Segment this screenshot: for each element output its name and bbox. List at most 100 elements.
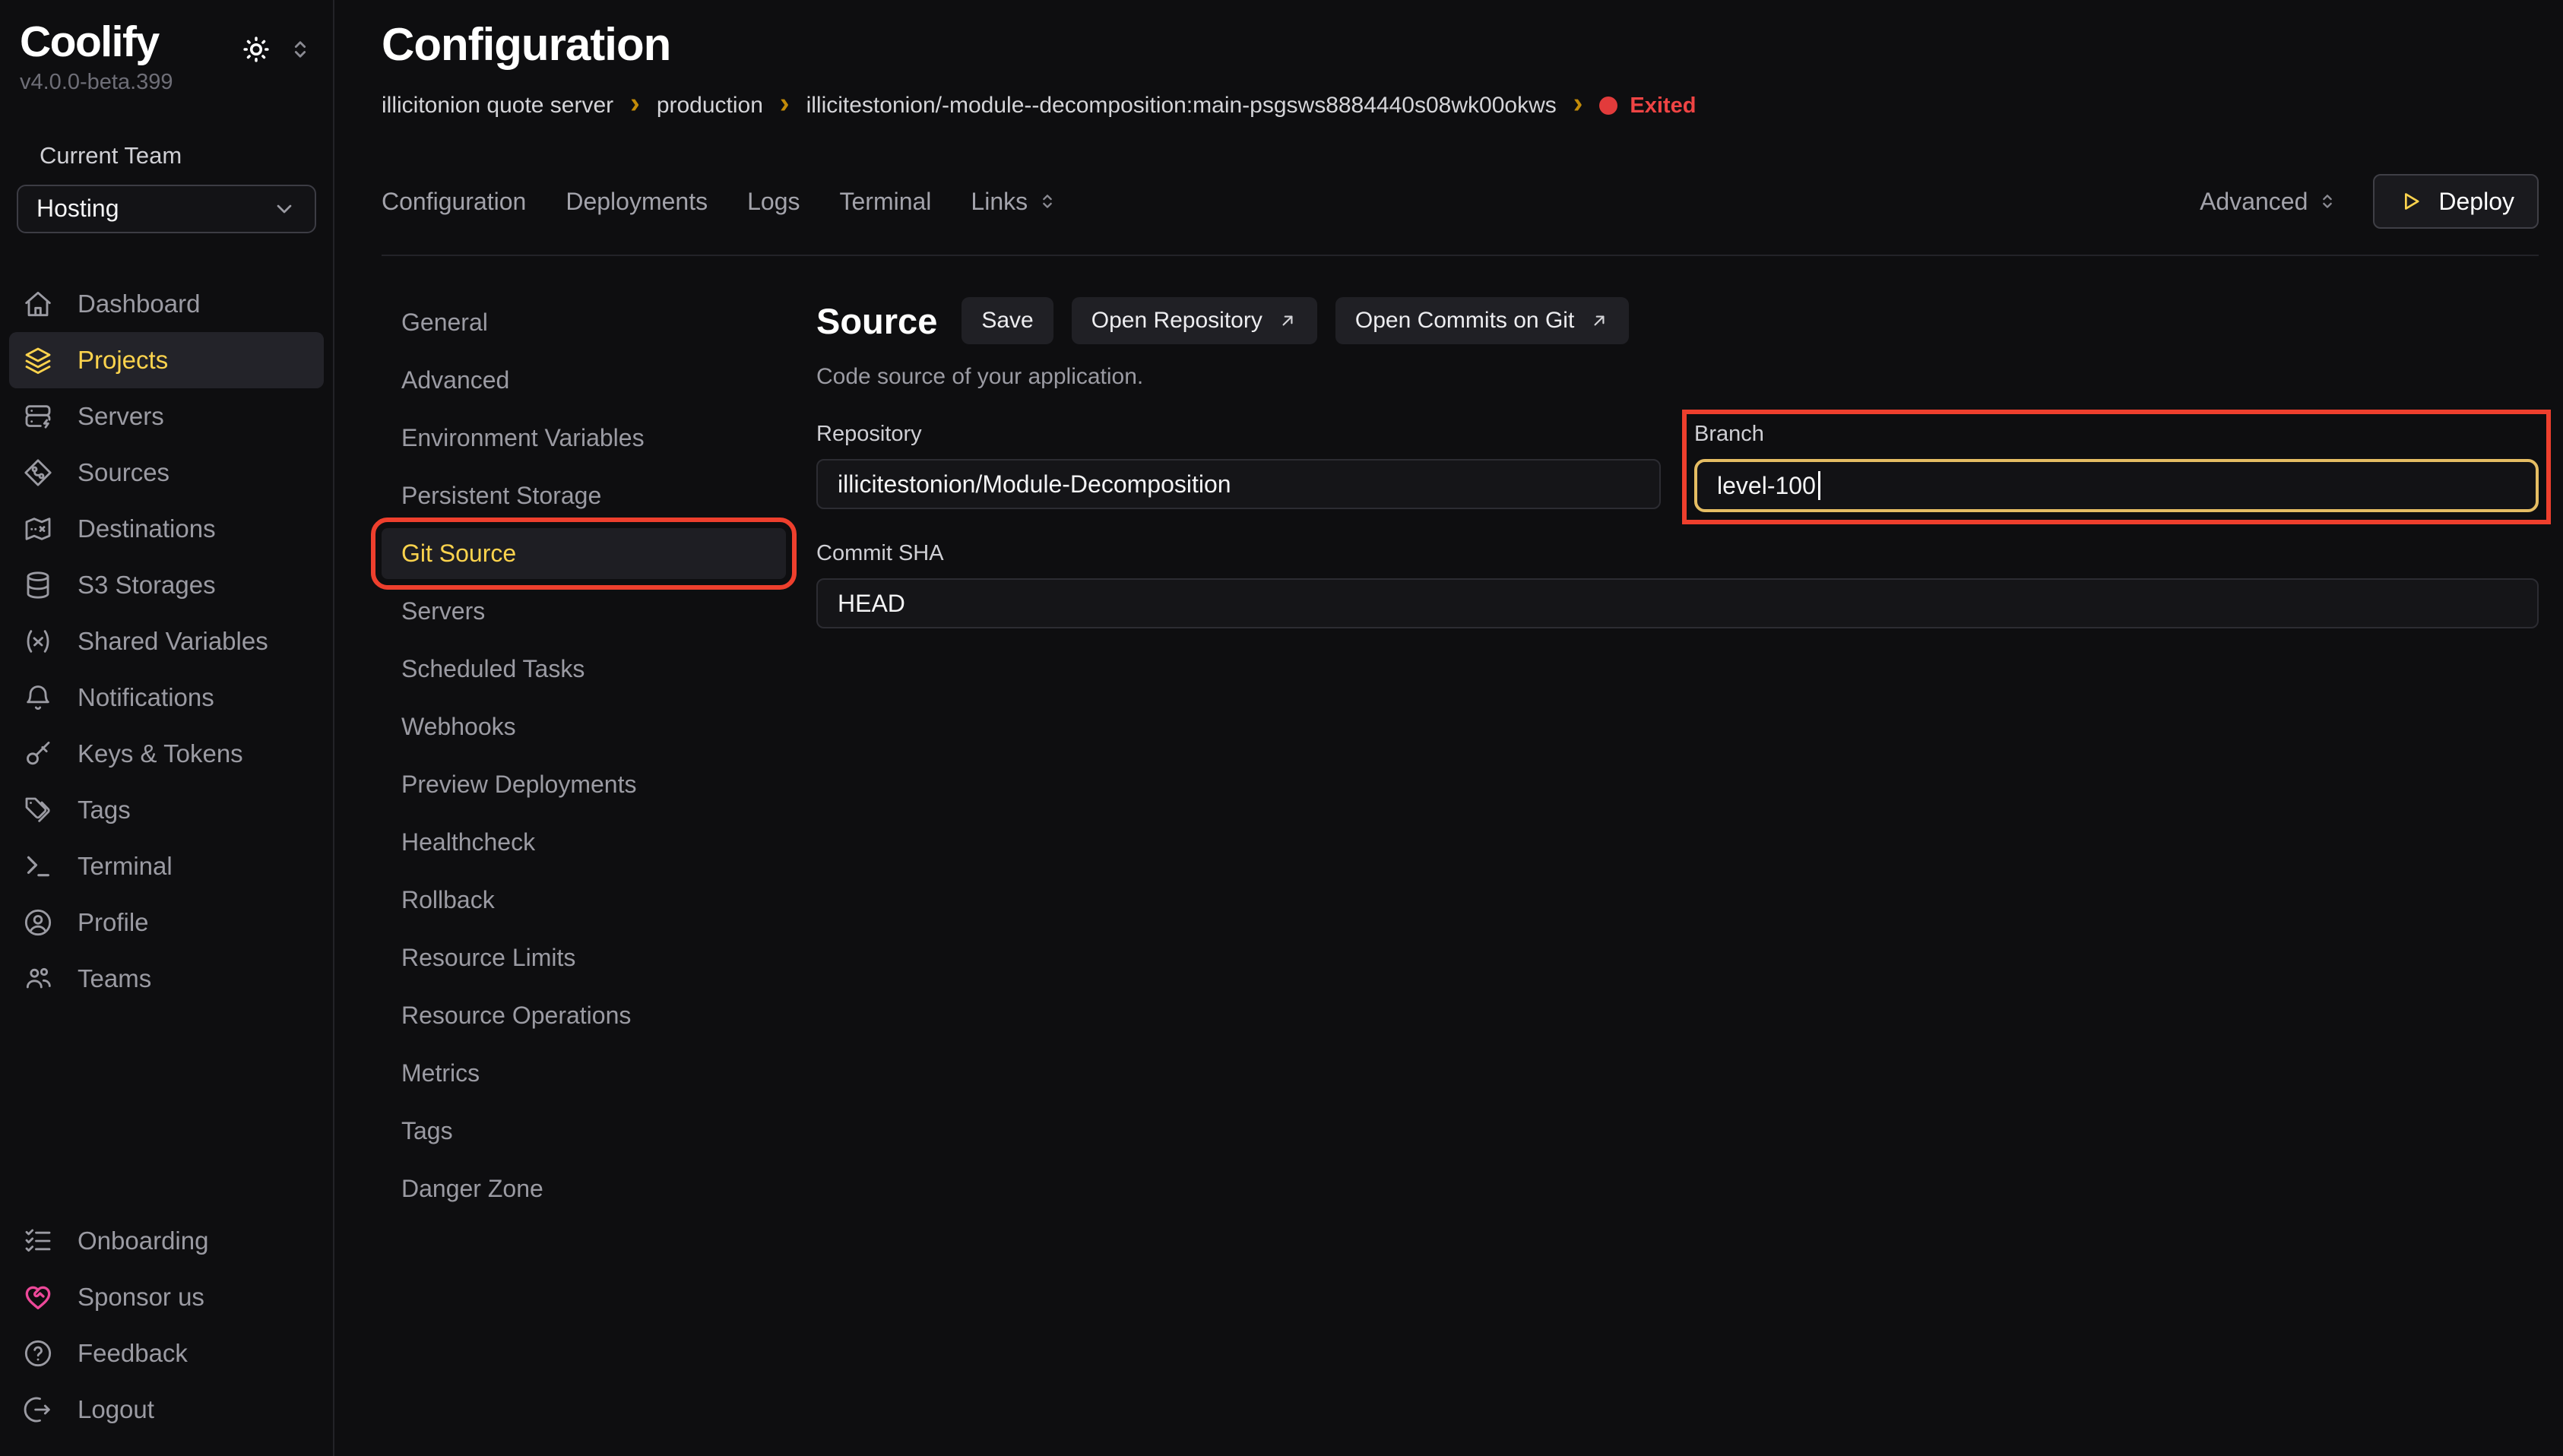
external-link-icon [1589,311,1609,331]
sidebar-item-logout[interactable]: Logout [9,1382,324,1438]
subnav-item-rollback[interactable]: Rollback [382,875,816,926]
tab-configuration[interactable]: Configuration [382,188,526,216]
sidebar-item-label: Logout [78,1395,154,1424]
commit-sha-field-group: Commit SHA HEAD [816,541,2539,628]
play-icon [2397,188,2423,214]
sidebar-item-label: Notifications [78,683,214,712]
subnav-item-danger-zone[interactable]: Danger Zone [382,1163,816,1214]
sidebar-item-onboarding[interactable]: Onboarding [9,1213,324,1269]
checklist-icon [23,1226,53,1256]
sidebar-item-terminal[interactable]: Terminal [9,838,324,894]
sidebar-footer-nav: Onboarding Sponsor us Feedback Logout [0,1213,333,1438]
app-logo: Coolify [20,20,173,65]
advanced-menu[interactable]: Advanced [2200,188,2338,216]
sidebar-item-notifications[interactable]: Notifications [9,669,324,726]
sidebar-item-label: Sources [78,458,169,487]
open-repository-label: Open Repository [1091,308,1262,334]
subnav-item-resource-limits[interactable]: Resource Limits [382,932,816,983]
status-badge: Exited [1599,93,1696,119]
breadcrumb-project[interactable]: illicitonion quote server [382,93,613,119]
git-source-panel: Source Save Open Repository Open Commits… [816,297,2539,1456]
external-link-icon [1278,311,1297,331]
breadcrumb-application[interactable]: illicitestonion/-module--decomposition:m… [806,93,1557,119]
sidebar-item-dashboard[interactable]: Dashboard [9,276,324,332]
commit-sha-label: Commit SHA [816,541,2539,566]
subnav-item-persistent-storage[interactable]: Persistent Storage [382,470,816,521]
sidebar-item-label: Projects [78,346,168,375]
sidebar-item-label: Teams [78,964,151,993]
subnav-item-tags[interactable]: Tags [382,1106,816,1157]
subnav-item-preview-deployments[interactable]: Preview Deployments [382,759,816,810]
subnav-item-webhooks[interactable]: Webhooks [382,701,816,752]
source-description: Code source of your application. [816,364,2539,390]
sidebar-item-teams[interactable]: Teams [9,951,324,1007]
sidebar-item-label: Keys & Tokens [78,739,243,768]
subnav-item-metrics[interactable]: Metrics [382,1048,816,1099]
tab-logs[interactable]: Logs [747,188,800,216]
subnav-item-healthcheck[interactable]: Healthcheck [382,817,816,868]
subnav-item-scheduled-tasks[interactable]: Scheduled Tasks [382,644,816,695]
sidebar-item-label: Profile [78,908,149,937]
chevrons-up-down-icon [2317,191,2338,212]
breadcrumb-separator-icon: › [630,92,640,119]
sidebar: Coolify v4.0.0-beta.399 [0,0,334,1456]
sidebar-item-feedback[interactable]: Feedback [9,1325,324,1382]
subnav-item-general[interactable]: General [382,297,816,348]
breadcrumb-environment[interactable]: production [657,93,763,119]
sidebar-item-label: Feedback [78,1339,188,1368]
sidebar-item-label: Onboarding [78,1227,208,1255]
open-commits-button[interactable]: Open Commits on Git [1335,297,1629,344]
help-circle-icon [23,1338,53,1369]
sidebar-item-profile[interactable]: Profile [9,894,324,951]
sidebar-item-label: Servers [78,402,164,431]
open-repository-button[interactable]: Open Repository [1072,297,1317,344]
sidebar-item-label: Dashboard [78,290,200,318]
tab-terminal[interactable]: Terminal [839,188,931,216]
repository-input[interactable]: illicitestonion/Module-Decomposition [816,459,1661,509]
sidebar-item-keys-tokens[interactable]: Keys & Tokens [9,726,324,782]
app-window: Coolify v4.0.0-beta.399 [0,0,2563,1456]
git-source-icon [23,457,53,488]
key-icon [23,739,53,769]
branch-value: level-100 [1717,472,1816,500]
subnav-item-advanced[interactable]: Advanced [382,355,816,406]
logout-icon [23,1394,53,1425]
branch-input[interactable]: level-100 [1694,459,2539,512]
subnav-item-git-source[interactable]: Git Source [382,528,786,579]
app-version: v4.0.0-beta.399 [20,70,173,95]
repository-value: illicitestonion/Module-Decomposition [838,470,1231,499]
home-icon [23,289,53,319]
sidebar-item-sponsor[interactable]: Sponsor us [9,1269,324,1325]
subnav-item-resource-operations[interactable]: Resource Operations [382,990,816,1041]
terminal-icon [23,851,53,882]
chevron-down-icon [272,197,296,221]
sidebar-item-servers[interactable]: Servers [9,388,324,445]
sidebar-item-sources[interactable]: Sources [9,445,324,501]
sidebar-item-projects[interactable]: Projects [9,332,324,388]
commit-sha-value: HEAD [838,590,905,618]
sidebar-item-shared-variables[interactable]: Shared Variables [9,613,324,669]
bell-icon [23,682,53,713]
tab-links[interactable]: Links [971,188,1058,216]
sidebar-item-destinations[interactable]: Destinations [9,501,324,557]
commit-sha-input[interactable]: HEAD [816,578,2539,628]
deploy-button[interactable]: Deploy [2373,174,2539,229]
sidebar-item-label: Destinations [78,514,216,543]
deploy-label: Deploy [2438,188,2514,216]
sidebar-item-s3-storages[interactable]: S3 Storages [9,557,324,613]
breadcrumb-separator-icon: › [1573,92,1583,119]
chevrons-up-down-icon [1037,191,1058,212]
subnav-item-environment-variables[interactable]: Environment Variables [382,413,816,464]
tags-icon [23,795,53,825]
subnav-item-servers[interactable]: Servers [382,586,816,637]
repository-field-group: Repository illicitestonion/Module-Decomp… [816,422,1661,512]
save-button[interactable]: Save [962,297,1053,344]
tab-links-label: Links [971,188,1028,216]
team-select[interactable]: Hosting [17,185,316,233]
theme-selector-chevrons-icon[interactable] [287,36,313,62]
server-icon [23,401,53,432]
sidebar-item-tags[interactable]: Tags [9,782,324,838]
theme-sun-icon[interactable] [240,33,272,65]
breadcrumb-separator-icon: › [780,92,790,119]
tab-deployments[interactable]: Deployments [566,188,708,216]
